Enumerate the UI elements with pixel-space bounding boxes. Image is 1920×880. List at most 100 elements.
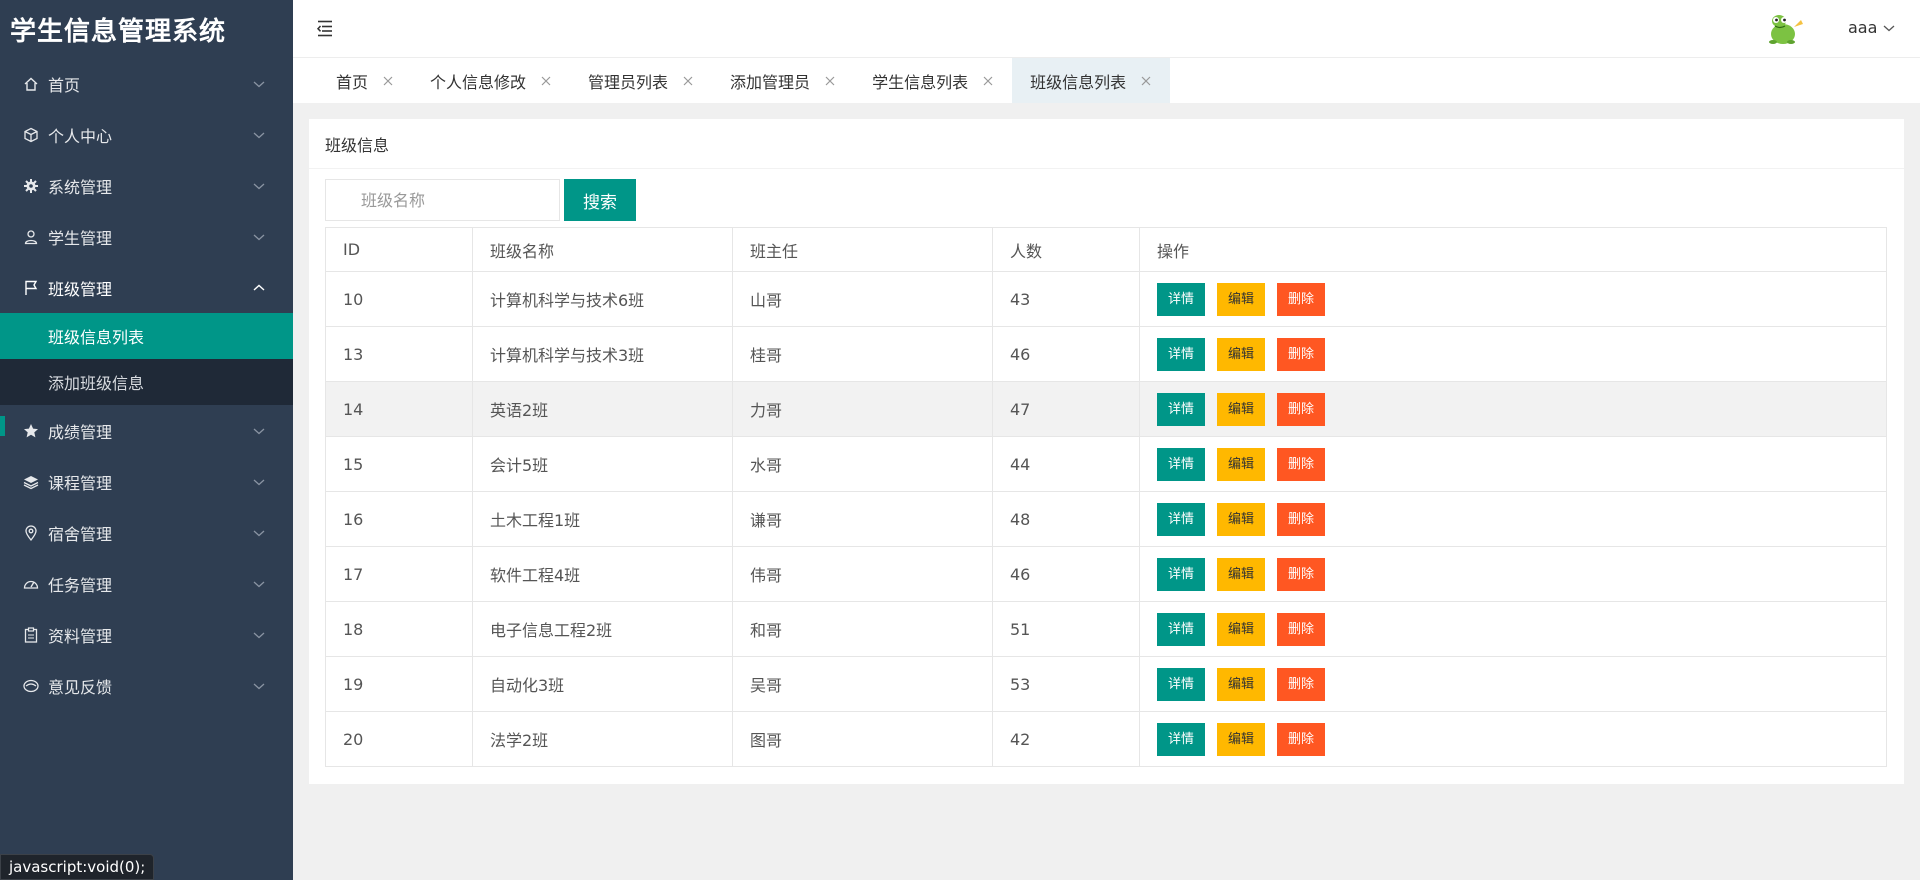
cell-actions: 详情 编辑 删除 <box>1139 546 1887 602</box>
table-row: 16 土木工程1班 谦哥 48 详情 编辑 删除 <box>325 491 1887 547</box>
search-input[interactable] <box>325 179 560 221</box>
delete-button[interactable]: 删除 <box>1277 282 1326 316</box>
tab-add-admin[interactable]: 添加管理员 <box>712 58 854 103</box>
feedback-icon <box>22 677 40 695</box>
tab-label: 班级信息列表 <box>1030 72 1127 92</box>
delete-button[interactable]: 删除 <box>1277 447 1326 481</box>
sidebar-item-personal-center[interactable]: 个人中心 <box>0 109 293 160</box>
cell-id: 14 <box>325 381 473 437</box>
close-icon[interactable] <box>1140 75 1152 87</box>
cell-head-teacher: 图哥 <box>732 711 993 767</box>
tab-admin-list[interactable]: 管理员列表 <box>570 58 712 103</box>
cell-class-name: 土木工程1班 <box>472 491 733 547</box>
edit-button[interactable]: 编辑 <box>1217 667 1266 701</box>
sidebar-item-courses[interactable]: 课程管理 <box>0 456 293 507</box>
cell-actions: 详情 编辑 删除 <box>1139 601 1887 657</box>
close-icon[interactable] <box>982 75 994 87</box>
detail-button[interactable]: 详情 <box>1157 722 1206 756</box>
detail-button[interactable]: 详情 <box>1157 667 1206 701</box>
user-icon <box>22 228 40 246</box>
sidebar-item-label: 个人中心 <box>48 126 113 146</box>
cell-count: 46 <box>992 326 1140 382</box>
sidebar-item-label: 任务管理 <box>48 575 113 595</box>
close-icon[interactable] <box>540 75 552 87</box>
sidebar-item-home[interactable]: 首页 <box>0 58 293 109</box>
cell-class-name: 法学2班 <box>472 711 733 767</box>
tab-label: 添加管理员 <box>730 72 811 92</box>
sidebar-item-tasks[interactable]: 任务管理 <box>0 558 293 609</box>
detail-button[interactable]: 详情 <box>1157 337 1206 371</box>
chevron-down-icon <box>253 428 265 434</box>
detail-button[interactable]: 详情 <box>1157 282 1206 316</box>
sidebar-item-label: 成绩管理 <box>48 422 113 442</box>
edit-button[interactable]: 编辑 <box>1217 722 1266 756</box>
delete-button[interactable]: 删除 <box>1277 612 1326 646</box>
chevron-down-icon <box>253 479 265 485</box>
class-table: ID 班级名称 班主任 人数 操作 10 计算机科学与技术6班 山哥 43 详情 编辑 删除… <box>325 227 1887 767</box>
delete-button[interactable]: 删除 <box>1277 502 1326 536</box>
edit-button[interactable]: 编辑 <box>1217 282 1266 316</box>
edit-button[interactable]: 编辑 <box>1217 392 1266 426</box>
chevron-down-icon <box>253 132 265 138</box>
cell-id: 13 <box>325 326 473 382</box>
cell-head-teacher: 力哥 <box>732 381 993 437</box>
cell-count: 51 <box>992 601 1140 657</box>
sidebar-subitem-add-class[interactable]: 添加班级信息 <box>0 359 293 405</box>
sidebar-item-classes[interactable]: 班级管理 <box>0 262 293 313</box>
sidebar-item-label: 资料管理 <box>48 626 113 646</box>
clipboard-icon <box>22 626 40 644</box>
tab-home[interactable]: 首页 <box>318 58 412 103</box>
tab-student-list[interactable]: 学生信息列表 <box>854 58 1012 103</box>
sidebar-item-grades[interactable]: 成绩管理 <box>0 405 293 456</box>
delete-button[interactable]: 删除 <box>1277 557 1326 591</box>
delete-button[interactable]: 删除 <box>1277 392 1326 426</box>
tab-class-list[interactable]: 班级信息列表 <box>1012 58 1171 103</box>
detail-button[interactable]: 详情 <box>1157 392 1206 426</box>
close-icon[interactable] <box>682 75 694 87</box>
top-header: aaa <box>293 0 1920 58</box>
status-bar: javascript:void(0); <box>0 854 155 880</box>
edit-button[interactable]: 编辑 <box>1217 557 1266 591</box>
sidebar-item-materials[interactable]: 资料管理 <box>0 609 293 660</box>
edit-button[interactable]: 编辑 <box>1217 337 1266 371</box>
card-title: 班级信息 <box>309 119 1904 169</box>
cell-id: 20 <box>325 711 473 767</box>
search-button[interactable]: 搜索 <box>564 179 636 221</box>
avatar[interactable] <box>1763 12 1805 46</box>
edit-button[interactable]: 编辑 <box>1217 447 1266 481</box>
chevron-down-icon <box>1883 25 1895 31</box>
close-icon[interactable] <box>382 75 394 87</box>
cell-id: 19 <box>325 656 473 712</box>
tab-personal-info-edit[interactable]: 个人信息修改 <box>412 58 570 103</box>
edit-button[interactable]: 编辑 <box>1217 612 1266 646</box>
sidebar-item-label: 宿舍管理 <box>48 524 113 544</box>
column-header: 班级名称 <box>472 227 733 272</box>
sidebar-item-feedback[interactable]: 意见反馈 <box>0 660 293 711</box>
sidebar-subitem-class-list[interactable]: 班级信息列表 <box>0 313 293 359</box>
cell-id: 17 <box>325 546 473 602</box>
flag-icon <box>22 279 40 297</box>
user-menu[interactable]: aaa <box>1848 18 1895 37</box>
close-icon[interactable] <box>824 75 836 87</box>
detail-button[interactable]: 详情 <box>1157 612 1206 646</box>
cell-id: 15 <box>325 436 473 492</box>
sidebar-item-students[interactable]: 学生管理 <box>0 211 293 262</box>
cell-class-name: 英语2班 <box>472 381 733 437</box>
cell-class-name: 软件工程4班 <box>472 546 733 602</box>
edit-button[interactable]: 编辑 <box>1217 502 1266 536</box>
tab-label: 学生信息列表 <box>872 72 969 92</box>
sidebar-item-dorms[interactable]: 宿舍管理 <box>0 507 293 558</box>
detail-button[interactable]: 详情 <box>1157 447 1206 481</box>
menu-toggle-icon[interactable] <box>315 18 335 38</box>
delete-button[interactable]: 删除 <box>1277 667 1326 701</box>
delete-button[interactable]: 删除 <box>1277 337 1326 371</box>
detail-button[interactable]: 详情 <box>1157 502 1206 536</box>
cell-actions: 详情 编辑 删除 <box>1139 326 1887 382</box>
sidebar-item-label: 系统管理 <box>48 177 113 197</box>
search-bar: 搜索 <box>325 179 636 221</box>
cell-head-teacher: 山哥 <box>732 271 993 327</box>
sidebar-item-label: 班级管理 <box>48 279 113 299</box>
sidebar-item-system[interactable]: 系统管理 <box>0 160 293 211</box>
delete-button[interactable]: 删除 <box>1277 722 1326 756</box>
detail-button[interactable]: 详情 <box>1157 557 1206 591</box>
